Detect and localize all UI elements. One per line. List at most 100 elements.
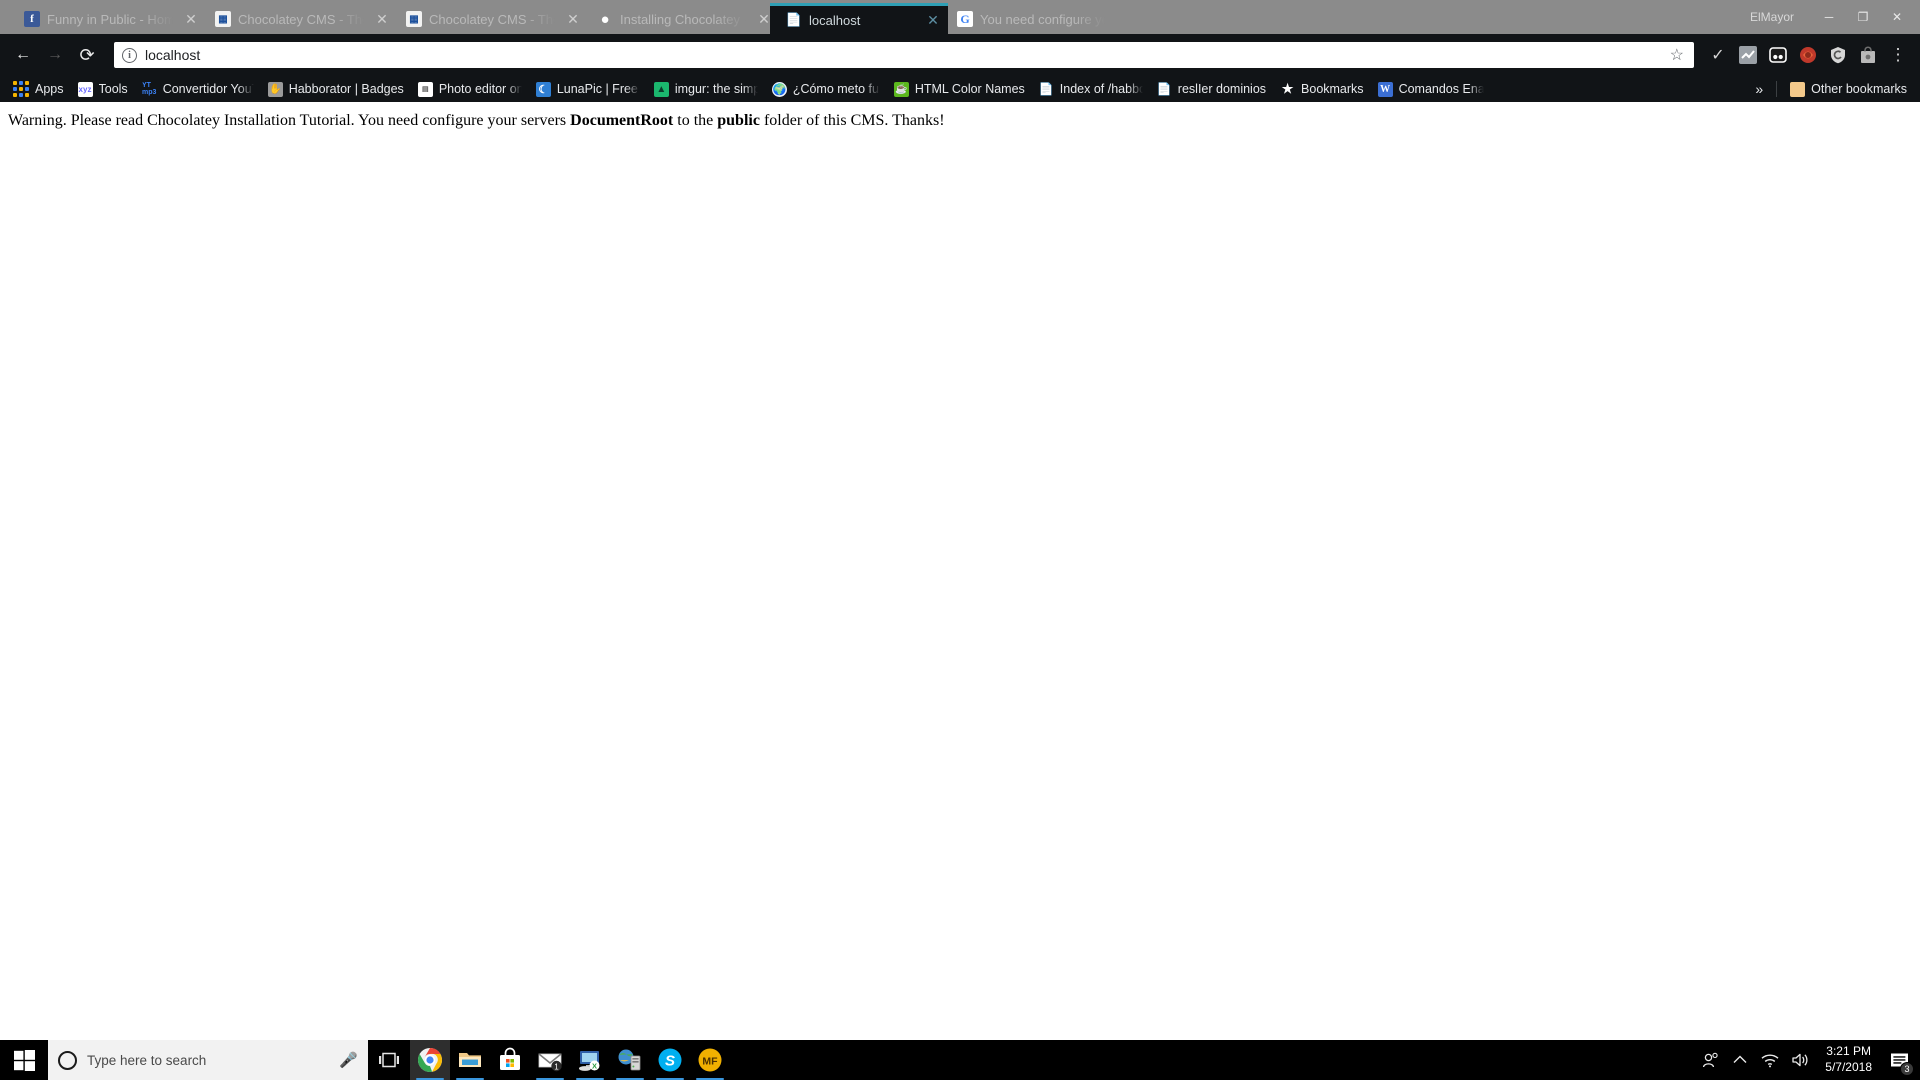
bookmark-label: Habborator | Badges [288, 82, 404, 96]
svg-text:S: S [665, 1053, 675, 1070]
check-icon[interactable]: ✓ [1704, 41, 1732, 69]
bookmark-item-comandos-enable[interactable]: W Comandos Enable H [1371, 78, 1491, 100]
tab-title: localhost [809, 12, 861, 28]
shield-extension-icon[interactable] [1824, 41, 1852, 69]
page-icon: 📄 [1038, 82, 1054, 96]
chart-extension-icon[interactable] [1734, 41, 1762, 69]
bookmark-item-convertidor-youtube[interactable]: YTmp3 Convertidor YouTube [135, 78, 261, 100]
forward-button[interactable]: → [40, 40, 70, 70]
warning-prefix: Warning. Please read Chocolatey Installa… [8, 112, 571, 129]
bookmark-item-como-meto-furnis[interactable]: 🌍 ¿Cómo meto furnis a [765, 78, 887, 100]
bookmark-item-lunapic[interactable]: ☾ LunaPic | Free Online [529, 78, 647, 100]
html-color-icon: ☕ [893, 81, 909, 97]
profile-name[interactable]: ElMayor [1740, 5, 1804, 29]
other-bookmarks-folder[interactable]: Other bookmarks [1783, 78, 1914, 100]
taskbar-app-microsoft-store[interactable] [490, 1040, 530, 1080]
bookmark-label: Index of /habboswf/ [1059, 82, 1143, 96]
dice-extension-icon[interactable] [1764, 41, 1792, 69]
browser-tab[interactable]: ▦ Chocolatey CMS - The H ✕ [388, 4, 588, 34]
show-hidden-icons-chevron-icon[interactable] [1725, 1040, 1755, 1080]
people-icon[interactable] [1695, 1040, 1725, 1080]
site-info-icon[interactable]: i [122, 47, 137, 63]
chrome-icon [418, 1048, 442, 1072]
page-icon: 📄 [1156, 82, 1172, 96]
tab-slant-left [197, 4, 214, 34]
bookmark-item-photo-editor[interactable]: ▤ Photo editor online [411, 78, 529, 100]
taskbar-app-skype[interactable]: S [650, 1040, 690, 1080]
taskbar-app-remote-desktop[interactable]: X [570, 1040, 610, 1080]
wikipedia-icon: W [1377, 81, 1393, 97]
page-viewport: Warning. Please read Chocolatey Installa… [0, 102, 1920, 1040]
github-icon: ● [600, 11, 610, 27]
bookmark-item-tools[interactable]: xyz Tools [71, 78, 135, 100]
bookmarks-overflow-button[interactable]: » [1748, 78, 1770, 100]
chocolatey-cms-icon: ▦ [215, 11, 231, 27]
taskbar-app-mail[interactable]: 1 [530, 1040, 570, 1080]
tab-close-icon[interactable]: ✕ [922, 9, 944, 31]
close-button[interactable]: ✕ [1880, 5, 1914, 29]
search-input[interactable]: Type here to search 🎤 [48, 1040, 368, 1080]
new-tab-button[interactable] [1106, 10, 1142, 32]
task-view-button[interactable] [368, 1040, 410, 1080]
warning-bold-documentroot: DocumentRoot [570, 112, 674, 129]
tab-slant-left [6, 4, 23, 34]
url-text[interactable]: localhost [145, 47, 1662, 63]
taskbar-clock[interactable]: 3:21 PM 5/7/2018 [1815, 1040, 1882, 1080]
google-icon: G [957, 11, 973, 27]
taskbar-app-network-server[interactable] [610, 1040, 650, 1080]
bookmark-item-html-color-names[interactable]: ☕ HTML Color Names [887, 78, 1032, 100]
taskbar-app-mf[interactable]: MF [690, 1040, 730, 1080]
browser-tab[interactable]: G You need configure you [939, 4, 1109, 34]
microphone-icon[interactable]: 🎤 [339, 1051, 358, 1069]
taskbar-app-buttons: 1 X S MF [410, 1040, 730, 1080]
chocolatey-cms-icon: ▦ [406, 11, 422, 27]
wifi-icon[interactable] [1755, 1040, 1785, 1080]
bookmark-item-index-of-habboswf[interactable]: 📄 Index of /habboswf/ [1032, 78, 1150, 100]
taskbar-app-chrome[interactable] [410, 1040, 450, 1080]
svg-text:MF: MF [702, 1056, 718, 1068]
volume-icon[interactable] [1785, 1040, 1815, 1080]
browser-tab[interactable]: ▦ Chocolatey CMS - The H ✕ [197, 4, 397, 34]
photo-editor-icon: ▤ [417, 81, 433, 97]
svg-text:X: X [592, 1062, 597, 1071]
globe-icon: 🌍 [771, 81, 787, 97]
action-center-button[interactable]: 3 [1882, 1040, 1916, 1080]
bookmark-item-habborator[interactable]: ✋ Habborator | Badges [261, 78, 411, 100]
clock-time: 3:21 PM [1826, 1044, 1871, 1059]
reload-button[interactable]: ⟳ [72, 40, 102, 70]
taskbar-app-file-explorer[interactable] [450, 1040, 490, 1080]
browser-tab-active[interactable]: 📄 localhost ✕ [770, 3, 948, 34]
action-center-badge: 3 [1900, 1062, 1914, 1076]
bookmark-item-resller-dominios[interactable]: 📄 reslIer dominios [1150, 78, 1273, 100]
browser-tab[interactable]: f Funny in Public - Home ✕ [6, 4, 206, 34]
back-button[interactable]: ← [8, 40, 38, 70]
windows-logo-icon [13, 1049, 35, 1071]
bookmarks-bar: Apps xyz Tools YTmp3 Convertidor YouTube… [0, 76, 1920, 102]
bookmark-label: LunaPic | Free Online [556, 82, 640, 96]
tab-strip: f Funny in Public - Home ✕ ▦ Chocolatey … [0, 0, 1920, 34]
chrome-menu-button[interactable]: ⋮ [1884, 41, 1912, 69]
minimize-button[interactable]: ─ [1812, 5, 1846, 29]
bookmark-folder-bookmarks[interactable]: ★ Bookmarks [1273, 78, 1371, 100]
folder-icon [1790, 81, 1806, 97]
start-button[interactable] [0, 1040, 48, 1080]
task-view-icon [379, 1052, 399, 1068]
browser-tab[interactable]: ● Installing Chocolatey · c ✕ [579, 4, 779, 34]
apps-shortcut[interactable]: Apps [6, 78, 71, 100]
tab-slant-left [579, 4, 596, 34]
warning-bold-public: public [717, 112, 760, 129]
tab-title: Chocolatey CMS - The H [429, 11, 555, 27]
maximize-button[interactable]: ❐ [1846, 5, 1880, 29]
habborator-icon: ✋ [267, 81, 283, 97]
page-icon: 📄 [786, 12, 802, 27]
mail-icon: 1 [538, 1053, 562, 1071]
bookmark-item-imgur[interactable]: ▲ imgur: the simple im [647, 78, 765, 100]
search-placeholder: Type here to search [87, 1052, 207, 1068]
firefox-monitor-extension-icon[interactable] [1794, 41, 1822, 69]
shopping-bag-extension-icon[interactable] [1854, 41, 1882, 69]
store-icon [500, 1047, 520, 1070]
bookmark-label: Convertidor YouTube [162, 82, 254, 96]
bookmark-star-icon[interactable]: ☆ [1670, 45, 1684, 65]
address-bar[interactable]: i localhost ☆ [114, 42, 1694, 68]
warning-middle: to the [673, 112, 718, 129]
